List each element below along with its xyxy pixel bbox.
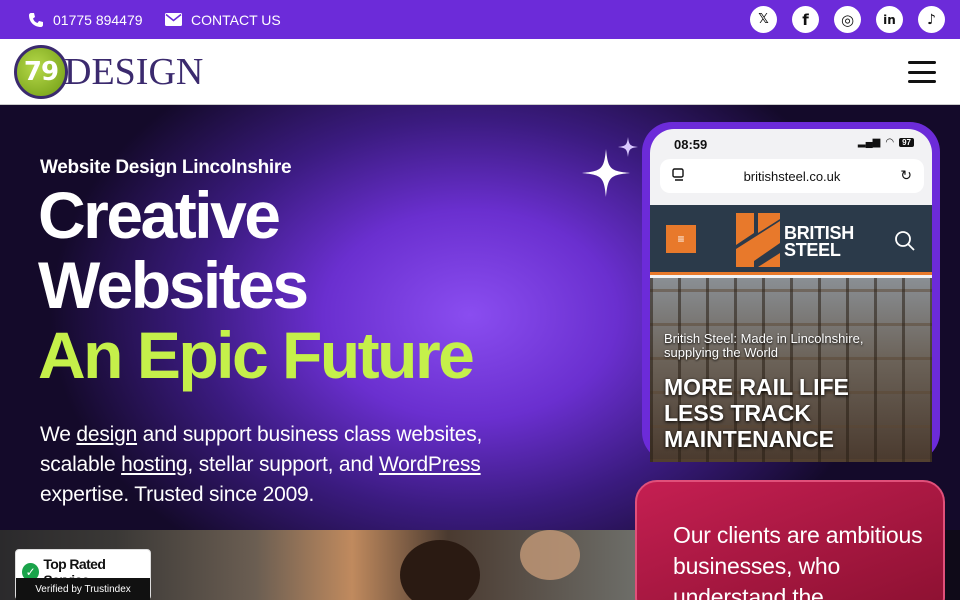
- tabs-icon: [672, 168, 684, 181]
- phone-url: britishsteel.co.uk: [743, 168, 841, 184]
- status-icons: ▂▄▆ ◠ 97: [858, 137, 914, 148]
- logo-mark: 79: [14, 45, 68, 99]
- hero-section: Website Design Lincolnshire Creative Web…: [0, 105, 960, 530]
- mock-subheading: British Steel: Made in Lincolnshire, sup…: [664, 332, 863, 360]
- intro-text: expertise. Trusted since 2009.: [40, 483, 315, 506]
- phone-link[interactable]: 01775 894479: [28, 0, 143, 39]
- menu-toggle-button[interactable]: [908, 61, 936, 83]
- facebook-icon: f: [802, 10, 809, 29]
- clients-card-text: Our clients are ambitious businesses, wh…: [673, 522, 923, 600]
- photo-shape: [520, 530, 580, 580]
- mock-site-header: ≡ BRITISH STEEL: [650, 205, 932, 275]
- sparkle-icon: [582, 137, 638, 197]
- contact-label: CONTACT US: [191, 11, 281, 28]
- british-steel-logo-icon: [736, 213, 780, 267]
- trustindex-badge[interactable]: ✓ Top Rated Service Verified by Trustind…: [15, 549, 151, 600]
- instagram-social-button[interactable]: ◎: [834, 6, 861, 33]
- hosting-link[interactable]: hosting: [121, 453, 188, 476]
- tiktok-icon: ♪: [927, 11, 936, 28]
- mock-headline-line: MAINTENANCE: [664, 426, 834, 452]
- logo-wordmark: DESIGN: [64, 51, 204, 93]
- facebook-social-button[interactable]: f: [792, 6, 819, 33]
- hero-intro: We design and support business class web…: [40, 420, 560, 510]
- design-link[interactable]: design: [76, 423, 137, 446]
- intro-text: , stellar support, and: [187, 453, 379, 476]
- phone-icon: [29, 12, 43, 27]
- photo-shape: [400, 540, 480, 600]
- mock-subheading-line: British Steel: Made in Lincolnshire,: [664, 331, 864, 346]
- reload-icon: ↻: [900, 167, 912, 183]
- hero-kicker: Website Design Lincolnshire: [40, 157, 292, 178]
- mock-headline-line: LESS TRACK: [664, 400, 811, 426]
- mock-brand-name: BRITISH STEEL: [784, 224, 854, 260]
- phone-mockup: 08:59 ▂▄▆ ◠ 97 britishsteel.co.uk ↻ ≡ BR…: [642, 122, 940, 462]
- intro-text: We: [40, 423, 77, 446]
- phone-url-bar: britishsteel.co.uk ↻: [660, 159, 924, 193]
- tiktok-social-button[interactable]: ♪: [918, 6, 945, 33]
- clients-card: Our clients are ambitious businesses, wh…: [635, 480, 945, 600]
- signal-icon: ▂▄▆: [857, 137, 881, 148]
- site-header: 79 DESIGN: [0, 39, 960, 105]
- linkedin-social-button[interactable]: in: [876, 6, 903, 33]
- hamburger-icon-bar: [908, 70, 936, 74]
- linkedin-icon: in: [883, 12, 896, 27]
- logo[interactable]: 79 DESIGN: [14, 44, 203, 100]
- mock-site-hero: British Steel: Made in Lincolnshire, sup…: [650, 278, 932, 462]
- badge-verified: Verified by Trustindex: [16, 578, 150, 600]
- hamburger-icon: [908, 61, 936, 64]
- search-icon: [895, 231, 915, 251]
- battery-icon: 97: [899, 138, 914, 147]
- phone-time: 08:59: [674, 137, 708, 152]
- phone-number: 01775 894479: [53, 11, 143, 28]
- mock-subheading-line: supplying the World: [664, 345, 778, 360]
- wifi-icon: ◠: [885, 137, 895, 148]
- hero-heading-line-2: Websites: [38, 248, 309, 322]
- contact-link[interactable]: CONTACT US: [165, 0, 281, 39]
- mock-menu-icon: ≡: [666, 225, 696, 253]
- instagram-icon: ◎: [840, 10, 855, 29]
- top-bar: 01775 894479 CONTACT US 𝕏 f ◎ in ♪: [0, 0, 960, 39]
- x-social-button[interactable]: 𝕏: [750, 6, 777, 33]
- hero-heading-line-1: Creative: [38, 178, 281, 252]
- hamburger-icon-bar: [908, 80, 936, 83]
- mock-headline-line: MORE RAIL LIFE: [664, 374, 849, 400]
- logo-number: 79: [23, 57, 59, 87]
- wordpress-link[interactable]: WordPress: [379, 453, 481, 476]
- phone-screen: 08:59 ▂▄▆ ◠ 97 britishsteel.co.uk ↻ ≡ BR…: [650, 129, 932, 462]
- hero-heading-line-3: An Epic Future: [38, 318, 475, 392]
- x-icon: 𝕏: [758, 12, 769, 27]
- envelope-icon: [165, 13, 182, 26]
- mock-headline: MORE RAIL LIFE LESS TRACK MAINTENANCE: [664, 374, 849, 452]
- mock-brand-line-2: STEEL: [784, 240, 841, 260]
